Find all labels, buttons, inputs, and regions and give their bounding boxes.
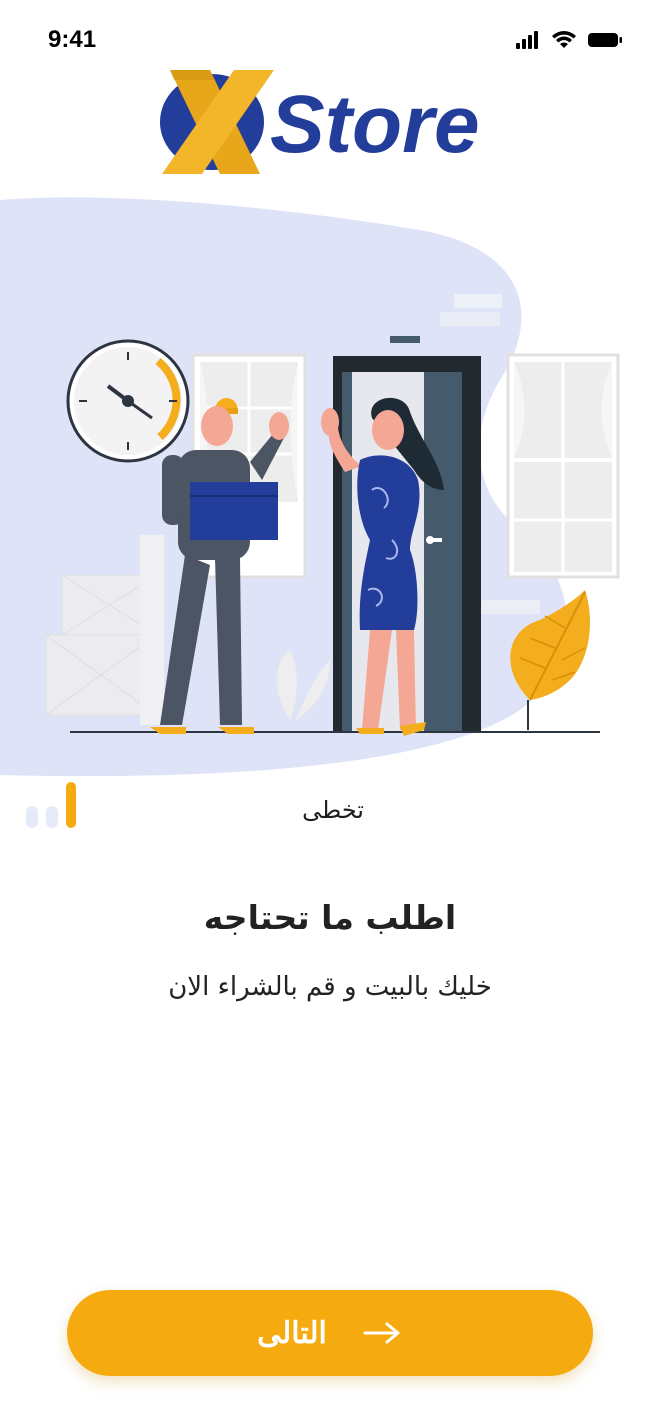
- window-right: [506, 353, 620, 579]
- signal-icon: [516, 31, 538, 49]
- progress-dot-1: [66, 782, 76, 828]
- onboarding-progress-indicator: [26, 782, 76, 828]
- skip-button[interactable]: تخطى: [302, 796, 364, 824]
- status-icons: [516, 31, 622, 49]
- next-button-label: التالى: [257, 1315, 327, 1351]
- wall-clock: [66, 339, 190, 463]
- xstore-logo: Store: [160, 70, 480, 174]
- onboarding-title: اطلب ما تحتاجه: [203, 898, 457, 937]
- delivery-illustration: [0, 197, 620, 777]
- arrow-right-icon: [363, 1322, 400, 1344]
- onboarding-subtitle: خليك بالبيت و قم بالشراء الان: [168, 972, 492, 1002]
- status-time: 9:41: [48, 26, 97, 53]
- next-button[interactable]: التالى: [67, 1290, 593, 1376]
- battery-icon: [588, 33, 622, 47]
- progress-dot-3: [26, 806, 38, 828]
- svg-text:Store: Store: [270, 79, 480, 170]
- progress-dot-2: [46, 806, 58, 828]
- wifi-icon: [552, 31, 576, 48]
